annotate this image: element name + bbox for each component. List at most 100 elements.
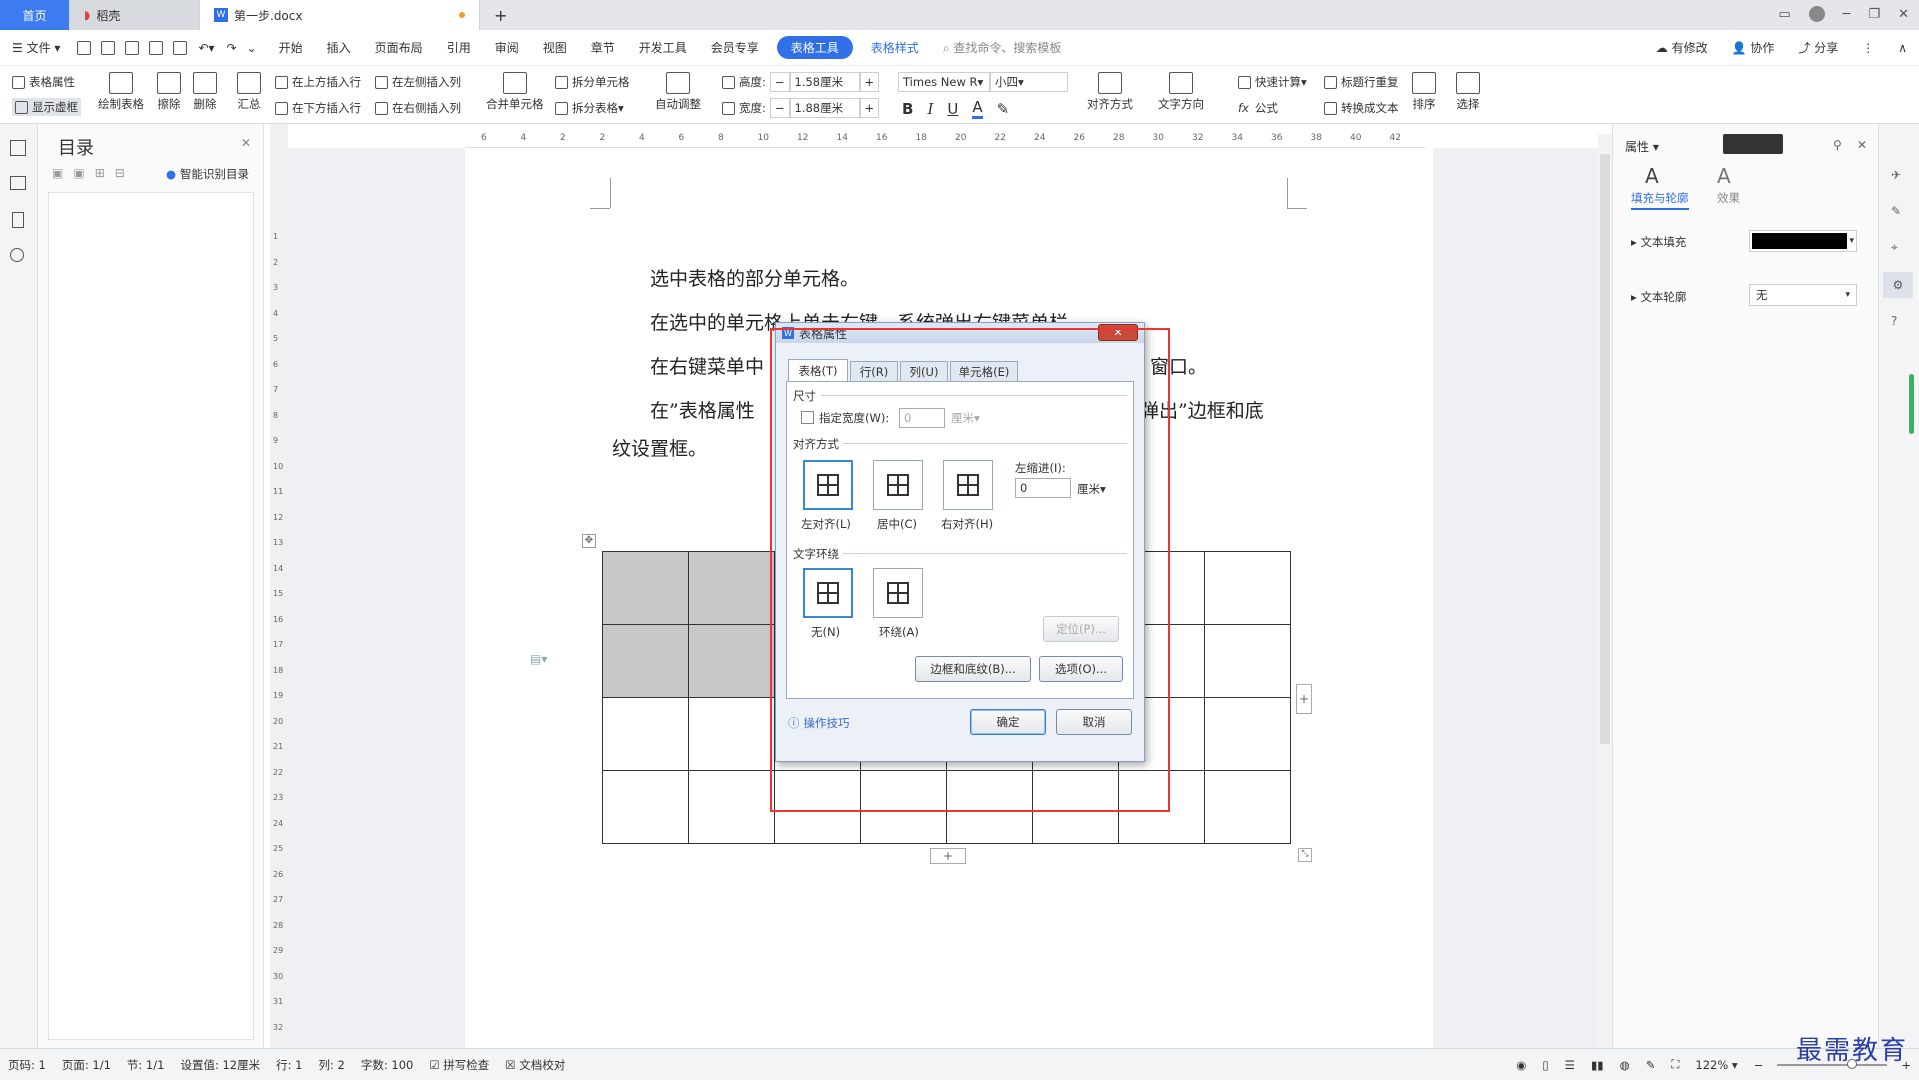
font-name-select[interactable]: Times New R ▾: [898, 72, 990, 92]
proofread-button[interactable]: ☒ 文档校对: [497, 1057, 573, 1073]
show-virtual-button[interactable]: 显示虚框: [12, 98, 81, 116]
tab-document[interactable]: W 第一步.docx: [200, 0, 480, 30]
font-color-icon[interactable]: A: [972, 98, 983, 119]
tab-home[interactable]: 首页: [0, 0, 70, 30]
height-input[interactable]: 1.58厘米: [789, 72, 860, 92]
write-view-icon[interactable]: ✎: [1638, 1058, 1664, 1072]
table-cell[interactable]: [1204, 551, 1291, 625]
table-move-handle-icon[interactable]: ✥: [582, 534, 596, 548]
menu-layout[interactable]: 页面布局: [363, 39, 435, 56]
select-button[interactable]: 选择: [1456, 72, 1480, 112]
format-painter-icon[interactable]: [125, 40, 140, 55]
table-cell[interactable]: [1204, 624, 1291, 698]
table-cell[interactable]: [1204, 770, 1291, 844]
table-cell[interactable]: [688, 551, 775, 625]
table-cell[interactable]: [688, 624, 775, 698]
new-tab-button[interactable]: +: [480, 0, 521, 30]
menu-insert[interactable]: 插入: [315, 39, 363, 56]
tab-fill-outline[interactable]: 填充与轮廓: [1631, 190, 1689, 210]
collab-button[interactable]: 👤 协作: [1720, 39, 1787, 56]
merge-cells-button[interactable]: 合并单元格: [486, 72, 544, 112]
table-cell[interactable]: [688, 770, 775, 844]
expand-icon[interactable]: ▣: [52, 166, 63, 180]
paragraph-layout-icon[interactable]: ▤▾: [530, 652, 547, 666]
new-doc-icon[interactable]: [77, 40, 92, 55]
input-method-icon[interactable]: [1723, 134, 1783, 154]
select-icon[interactable]: ⌖: [1891, 240, 1898, 255]
italic-icon[interactable]: I: [927, 100, 933, 118]
menu-devtools[interactable]: 开发工具: [627, 39, 699, 56]
table-cell[interactable]: [602, 697, 689, 771]
collapse-icon[interactable]: ▣: [73, 166, 84, 180]
status-words[interactable]: 字数: 100: [353, 1057, 421, 1073]
pin-icon[interactable]: ⚲: [1833, 138, 1842, 152]
avatar[interactable]: [1808, 6, 1825, 22]
width-increment[interactable]: +: [859, 98, 880, 118]
restore-icon[interactable]: ❐: [1868, 7, 1880, 22]
file-menu[interactable]: ☰ 文件 ▾: [0, 39, 72, 56]
spell-check-toggle[interactable]: ☑ 拼写检查: [421, 1057, 497, 1073]
bold-icon[interactable]: B: [902, 100, 913, 118]
sort-button[interactable]: 排序: [1412, 72, 1436, 112]
height-increment[interactable]: +: [859, 72, 880, 92]
menu-chapter[interactable]: 章节: [579, 39, 627, 56]
align-button[interactable]: 对齐方式: [1087, 72, 1133, 112]
tab-effect[interactable]: 效果: [1717, 190, 1740, 206]
bookmark-icon[interactable]: [12, 212, 24, 228]
read-view-icon[interactable]: ▮▮: [1583, 1058, 1612, 1072]
menu-table-tools[interactable]: 表格工具: [776, 36, 853, 59]
insert-above-button[interactable]: 在上方插入行: [275, 74, 361, 90]
width-input[interactable]: 1.88厘米: [789, 98, 860, 118]
erase-button[interactable]: 擦除: [157, 72, 181, 112]
add-column-icon[interactable]: +: [1296, 684, 1312, 714]
delete-button[interactable]: 删除: [193, 72, 217, 112]
panel-close-icon[interactable]: ✕: [1857, 138, 1867, 152]
print-preview-icon[interactable]: [173, 40, 188, 55]
highlight-icon[interactable]: ✎: [997, 100, 1010, 118]
table-cell[interactable]: [1204, 697, 1291, 771]
help-icon[interactable]: ?: [1891, 314, 1897, 328]
page-view-icon[interactable]: ▯: [1534, 1058, 1556, 1072]
summary-button[interactable]: 汇总: [237, 72, 261, 112]
undo-icon[interactable]: ↶▾: [198, 41, 214, 55]
properties-title[interactable]: 属性 ▾: [1625, 138, 1659, 155]
chapter-nav-icon[interactable]: [10, 176, 26, 190]
menu-table-style[interactable]: 表格样式: [859, 39, 931, 56]
smart-toc-button[interactable]: ● 智能识别目录: [166, 166, 249, 182]
text-fill-select[interactable]: ▾: [1749, 230, 1857, 252]
save-icon[interactable]: [101, 40, 116, 55]
remove-level-icon[interactable]: ⊟: [115, 166, 125, 180]
find-icon[interactable]: [10, 248, 24, 262]
more-menu-icon[interactable]: ⋮: [1850, 41, 1886, 55]
print-icon[interactable]: [149, 40, 164, 55]
insert-right-button[interactable]: 在右侧插入列: [375, 100, 461, 116]
vertical-scrollbar[interactable]: [1598, 134, 1612, 1048]
text-direction-button[interactable]: 文字方向: [1158, 72, 1204, 112]
layout-icon[interactable]: ▭: [1778, 7, 1790, 22]
add-level-icon[interactable]: ⊞: [95, 166, 105, 180]
table-cell[interactable]: [602, 770, 689, 844]
menu-member[interactable]: 会员专享: [699, 39, 771, 56]
formula-button[interactable]: fx 公式: [1238, 100, 1278, 116]
insert-left-button[interactable]: 在左侧插入列: [375, 74, 461, 90]
menu-review[interactable]: 审阅: [483, 39, 531, 56]
more-icon[interactable]: ⌄: [247, 41, 257, 55]
eye-protect-icon[interactable]: ◉: [1508, 1058, 1534, 1072]
share-button[interactable]: ⤴ 分享: [1786, 39, 1850, 56]
quick-calc-button[interactable]: 快速计算 ▾: [1238, 74, 1307, 90]
text-fill-label[interactable]: ▸ 文本填充: [1631, 234, 1686, 250]
outline-view-icon[interactable]: ☰: [1557, 1058, 1583, 1072]
style-icon[interactable]: ✈: [1891, 168, 1901, 182]
toc-nav-icon[interactable]: [10, 140, 26, 156]
table-props-button[interactable]: 表格属性: [12, 74, 75, 90]
split-table-button[interactable]: 拆分表格 ▾: [555, 100, 624, 116]
search-command[interactable]: ⌕ 查找命令、搜索模板: [931, 39, 1074, 56]
font-size-select[interactable]: 小四 ▾: [990, 72, 1068, 92]
menu-reference[interactable]: 引用: [435, 39, 483, 56]
fit-page-icon[interactable]: ⛶: [1663, 1057, 1687, 1072]
collapse-ribbon-icon[interactable]: ∧: [1886, 41, 1919, 55]
properties-toggle-icon[interactable]: ⚙: [1883, 272, 1913, 298]
draw-table-button[interactable]: 绘制表格: [98, 72, 144, 112]
table-cell[interactable]: [602, 624, 689, 698]
edit-icon[interactable]: ✎: [1891, 204, 1901, 218]
